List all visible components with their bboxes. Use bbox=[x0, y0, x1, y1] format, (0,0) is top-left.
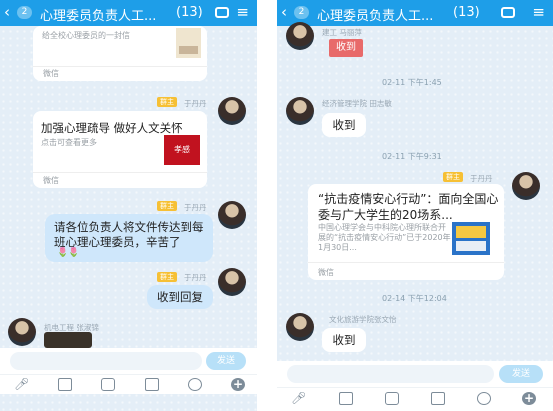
emoji-icon[interactable] bbox=[188, 378, 202, 391]
camera-icon[interactable] bbox=[385, 392, 399, 405]
unread-badge: 2 bbox=[294, 6, 309, 19]
role-badge: 群主 bbox=[157, 201, 177, 211]
avatar[interactable] bbox=[286, 313, 314, 341]
message-text: 请各位负责人将文件传达到每班心理心理委员，辛苦了 bbox=[54, 220, 204, 249]
image-icon[interactable] bbox=[339, 392, 353, 405]
card-description: 给全校心理委员的一封信 bbox=[42, 31, 130, 40]
menu-icon[interactable]: ≡ bbox=[532, 3, 545, 21]
member-count: (13) bbox=[453, 5, 480, 20]
redpacket-icon[interactable] bbox=[431, 392, 445, 405]
message-text: 收到回复 bbox=[157, 290, 203, 304]
sticker-image[interactable] bbox=[44, 332, 92, 348]
sender-name: 于丹丹 bbox=[184, 203, 207, 212]
chat-header: ‹ 2 心理委员负责人工... (13) ≡ bbox=[0, 0, 257, 26]
link-card[interactable]: 加强心理疏导 做好人文关怀 点击可查看更多 孝感 微信 bbox=[33, 111, 207, 188]
message-text: 收到 bbox=[332, 333, 356, 347]
flower-emoji: 🌷🌷 bbox=[57, 248, 80, 258]
message-input[interactable] bbox=[10, 352, 202, 370]
member-count: (13) bbox=[176, 5, 203, 20]
avatar[interactable] bbox=[218, 97, 246, 125]
emoji-icon[interactable] bbox=[477, 392, 491, 405]
card-title: “抗击疫情安心行动”：面向全国心委与广大学生的20场系... bbox=[318, 192, 499, 222]
camera-icon[interactable] bbox=[101, 378, 115, 391]
plus-icon[interactable]: + bbox=[231, 378, 245, 391]
message-input[interactable] bbox=[287, 365, 494, 383]
message-bubble[interactable]: 收到回复 bbox=[147, 285, 213, 309]
card-source: 微信 bbox=[43, 69, 59, 78]
group-icon[interactable] bbox=[501, 7, 515, 18]
timestamp: 02-14 下午12:04 bbox=[382, 294, 447, 303]
back-icon[interactable]: ‹ bbox=[281, 3, 287, 21]
message-bubble[interactable]: 请各位负责人将文件传达到每班心理心理委员，辛苦了 🌷🌷 bbox=[45, 214, 213, 262]
sender-name: 于丹丹 bbox=[184, 99, 207, 108]
send-button[interactable]: 发送 bbox=[206, 352, 246, 370]
link-card[interactable]: 给全校心理委员的一封信 微信 bbox=[33, 26, 207, 81]
back-icon[interactable]: ‹ bbox=[4, 3, 10, 21]
avatar[interactable] bbox=[286, 22, 314, 50]
role-badge: 群主 bbox=[443, 172, 463, 182]
card-description: 点击可查看更多 bbox=[41, 138, 97, 147]
sender-name: 于丹丹 bbox=[470, 174, 493, 183]
message-bubble[interactable]: 收到 bbox=[322, 113, 366, 137]
plus-icon[interactable]: + bbox=[522, 392, 536, 405]
image-icon[interactable] bbox=[58, 378, 72, 391]
input-bar: 发送 bbox=[0, 348, 257, 374]
redpacket-icon[interactable] bbox=[145, 378, 159, 391]
card-thumbnail: 孝感 bbox=[164, 135, 200, 165]
card-thumbnail bbox=[176, 28, 201, 58]
tool-bar: 🎤︎ + bbox=[0, 374, 257, 394]
unread-badge: 2 bbox=[17, 6, 32, 19]
avatar[interactable] bbox=[218, 268, 246, 296]
input-bar: 发送 bbox=[277, 361, 553, 387]
chat-title: 心理委员负责人工... bbox=[40, 9, 157, 24]
sender-name: 建工 马丽萍 bbox=[322, 28, 362, 37]
left-phone-screen: ‹ 2 心理委员负责人工... (13) ≡ 给全校心理委员的一封信 微信 群主… bbox=[0, 0, 257, 411]
chat-header: ‹ 2 心理委员负责人工... (13) ≡ bbox=[277, 0, 553, 26]
card-thumbnail bbox=[452, 222, 490, 255]
timestamp: 02-11 下午1:45 bbox=[382, 78, 442, 87]
card-description: 中国心理学会与中科院心理所联合开展的“抗击疫情安心行动”已于2020年1月30日… bbox=[318, 223, 451, 252]
card-source: 微信 bbox=[318, 268, 334, 277]
timestamp: 02-11 下午9:31 bbox=[382, 152, 442, 161]
right-phone-screen: ‹ 2 心理委员负责人工... (13) ≡ 建工 马丽萍 收到 02-11 下… bbox=[277, 0, 553, 411]
group-icon[interactable] bbox=[215, 7, 229, 18]
sender-name: 经济管理学院 田志敏 bbox=[322, 99, 392, 108]
avatar[interactable] bbox=[286, 97, 314, 125]
tool-bar: 🎤︎ + bbox=[277, 387, 553, 411]
mic-icon[interactable]: 🎤︎ bbox=[14, 378, 29, 391]
menu-icon[interactable]: ≡ bbox=[236, 3, 249, 21]
avatar[interactable] bbox=[218, 201, 246, 229]
chat-title: 心理委员负责人工... bbox=[317, 9, 434, 24]
sender-name: 于丹丹 bbox=[184, 273, 207, 282]
role-badge: 群主 bbox=[157, 272, 177, 282]
message-bubble[interactable]: 收到 bbox=[322, 328, 366, 352]
sender-name: 文化旅游学院张文怡 bbox=[329, 315, 397, 324]
card-title: 加强心理疏导 做好人文关怀 bbox=[41, 121, 183, 135]
card-source: 微信 bbox=[43, 176, 59, 185]
link-card[interactable]: “抗击疫情安心行动”：面向全国心委与广大学生的20场系... 中国心理学会与中科… bbox=[308, 184, 504, 280]
avatar[interactable] bbox=[512, 172, 540, 200]
message-text: 收到 bbox=[332, 118, 356, 132]
send-button[interactable]: 发送 bbox=[499, 365, 543, 383]
mic-icon[interactable]: 🎤︎ bbox=[291, 392, 306, 405]
avatar[interactable] bbox=[8, 318, 36, 346]
sticker-image[interactable]: 收到 bbox=[329, 39, 363, 57]
role-badge: 群主 bbox=[157, 97, 177, 107]
